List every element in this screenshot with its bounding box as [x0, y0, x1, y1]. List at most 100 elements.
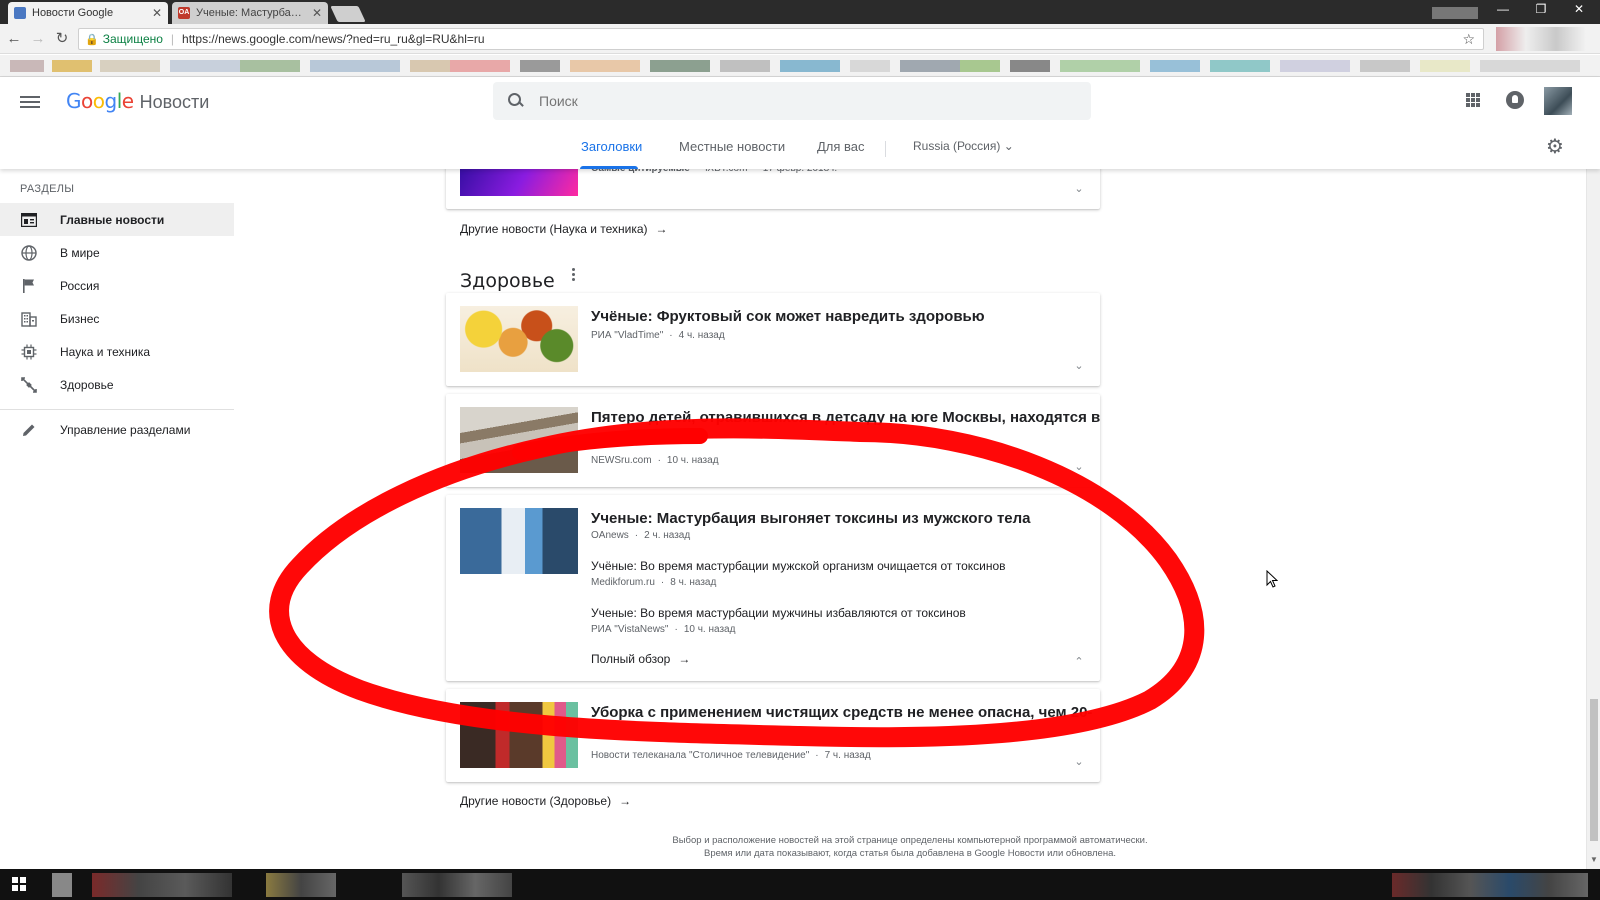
thumbnail[interactable] — [460, 407, 578, 473]
minimize-icon[interactable]: — — [1488, 2, 1518, 16]
reload-icon[interactable]: ↻ — [52, 30, 72, 48]
sidebar-item-business[interactable]: Бизнес — [0, 302, 234, 335]
bookmark-star-icon[interactable]: ☆ — [1462, 31, 1475, 48]
avatar[interactable] — [1544, 87, 1572, 115]
sidebar-item-health[interactable]: Здоровье — [0, 368, 234, 401]
scroll-down-icon[interactable]: ▼ — [1590, 855, 1598, 864]
extensions-area[interactable] — [1496, 27, 1586, 51]
new-tab-button[interactable] — [330, 6, 366, 22]
back-icon[interactable]: ← — [4, 30, 24, 48]
sidebar-item-label: Здоровье — [60, 377, 114, 392]
more-news-label: Другие новости (Здоровье) — [460, 794, 612, 808]
profile-badge[interactable] — [1432, 7, 1478, 19]
article-meta: OAnews · 2 ч. назад — [591, 530, 691, 541]
tab-title: Новости Google — [32, 7, 114, 19]
article-meta: NEWSru.com · 10 ч. назад — [591, 455, 719, 466]
google-news-logo[interactable]: Google Новости — [66, 89, 209, 113]
article-headline[interactable]: Пятеро детей, отравившихся в детсаду на … — [591, 409, 1100, 426]
chevron-down-icon[interactable]: ⌄ — [1072, 460, 1086, 474]
chevron-down-icon[interactable]: ⌄ — [1072, 755, 1086, 769]
system-tray[interactable] — [1392, 873, 1588, 897]
apps-grid-icon[interactable] — [1466, 93, 1480, 107]
thumbnail[interactable] — [460, 702, 578, 768]
sidebar-item-label: Главные новости — [60, 212, 165, 227]
tab-for-you[interactable]: Для вас — [817, 139, 865, 154]
sidebar-item-label: Наука и техника — [60, 344, 151, 359]
sidebar-item-manage-sections[interactable]: Управление разделами — [0, 413, 234, 446]
search-icon[interactable] — [507, 92, 525, 110]
flag-icon — [20, 277, 38, 295]
restore-icon[interactable]: ❐ — [1526, 2, 1556, 16]
more-options-icon[interactable] — [570, 266, 576, 284]
news-card: Учёные: Фруктовый сок может навредить зд… — [446, 293, 1100, 386]
lock-icon: 🔒 — [85, 33, 99, 46]
chevron-up-icon[interactable]: ⌃ — [1072, 655, 1086, 669]
notifications-icon[interactable] — [1506, 91, 1524, 109]
full-coverage-link[interactable]: Полный обзор → — [591, 652, 690, 666]
close-icon[interactable]: ✕ — [152, 6, 162, 20]
sidebar-item-label: В мире — [60, 245, 100, 260]
more-news-science-link[interactable]: Другие новости (Наука и техника) → — [460, 222, 668, 236]
taskbar-app[interactable] — [266, 873, 336, 897]
taskbar-app[interactable] — [402, 873, 512, 897]
meta-source: РИА "VladTime" — [591, 330, 664, 341]
sidebar-item-top-stories[interactable]: Главные новости — [0, 203, 234, 236]
mouse-cursor-icon — [1266, 569, 1279, 588]
article-headline[interactable]: Ученые: Мастурбация выгоняет токсины из … — [591, 510, 1031, 527]
address-bar[interactable]: 🔒 Защищено | https://news.google.com/new… — [78, 28, 1484, 50]
chevron-down-icon[interactable]: ⌄ — [1072, 182, 1086, 196]
thumbnail[interactable] — [460, 306, 578, 372]
sidebar-item-world[interactable]: В мире — [0, 236, 234, 269]
windows-start-icon[interactable] — [12, 877, 26, 891]
page-scrollbar[interactable]: ▲ ▼ — [1586, 77, 1600, 869]
related-article-meta: Medikforum.ru · 8 ч. назад — [591, 577, 717, 588]
more-news-health-link[interactable]: Другие новости (Здоровье) → — [460, 794, 631, 808]
related-article-meta: РИА "VistaNews" · 10 ч. назад — [591, 624, 736, 635]
scrollbar-thumb[interactable] — [1590, 699, 1598, 841]
tab-headlines[interactable]: Заголовки — [581, 139, 642, 154]
meta-time: 4 ч. назад — [678, 330, 725, 341]
browser-tab-article[interactable]: OA Ученые: Мастурбация в ✕ — [172, 2, 328, 24]
meta-time: 10 ч. назад — [683, 624, 736, 635]
window-close-icon[interactable]: ✕ — [1564, 2, 1594, 16]
sidebar-item-russia[interactable]: Россия — [0, 269, 234, 302]
tab-local-news[interactable]: Местные новости — [679, 139, 785, 154]
url-text: https://news.google.com/news/?ned=ru_ru&… — [182, 32, 485, 46]
os-taskbar — [0, 869, 1600, 900]
related-article-title[interactable]: Ученые: Во время мастурбации мужчины изб… — [591, 606, 966, 620]
browser-tab-google-news[interactable]: Новости Google ✕ — [8, 2, 168, 24]
news-card: Пятеро детей, отравившихся в детсаду на … — [446, 394, 1100, 487]
pencil-icon — [20, 421, 38, 439]
taskbar-app[interactable] — [92, 873, 232, 897]
arrow-right-icon: → — [619, 794, 632, 808]
meta-source: NEWSru.com — [591, 455, 652, 466]
region-selector[interactable]: Russia (Россия) ⌄ — [913, 139, 1014, 153]
gear-icon[interactable]: ⚙ — [1546, 137, 1566, 157]
article-headline[interactable]: Учёные: Фруктовый сок может навредить зд… — [591, 308, 985, 325]
search-box[interactable] — [493, 82, 1091, 120]
chevron-down-icon[interactable]: ⌄ — [1072, 359, 1086, 373]
browser-toolbar: ← → ↻ 🔒 Защищено | https://news.google.c… — [0, 24, 1600, 54]
search-input[interactable] — [539, 93, 1039, 109]
meta-time: 2 ч. назад — [644, 530, 691, 541]
menu-icon[interactable] — [20, 93, 40, 109]
article-meta: РИА "VladTime" · 4 ч. назад — [591, 330, 725, 341]
building-icon — [20, 310, 38, 328]
news-card-expanded: Ученые: Мастурбация выгоняет токсины из … — [446, 495, 1100, 681]
chevron-down-icon: ⌄ — [1003, 139, 1014, 153]
sidebar: РАЗДЕЛЫ Главные новости В мире Россия Би… — [0, 169, 234, 869]
newspaper-icon — [20, 211, 38, 229]
bike-icon — [20, 376, 38, 394]
divider — [885, 141, 886, 157]
logo-product: Новости — [139, 92, 210, 112]
calculator-icon[interactable] — [52, 873, 72, 897]
sidebar-item-label: Бизнес — [60, 311, 100, 326]
sidebar-item-science[interactable]: Наука и техника — [0, 335, 234, 368]
close-icon[interactable]: ✕ — [312, 6, 322, 20]
more-news-label: Другие новости (Наука и техника) — [460, 222, 648, 236]
thumbnail[interactable] — [460, 508, 578, 574]
topic-tabs: Заголовки Местные новости Для вас Russia… — [0, 129, 1600, 169]
related-article-title[interactable]: Учёные: Во время мастурбации мужской орг… — [591, 559, 1006, 573]
forward-icon[interactable]: → — [28, 30, 48, 48]
article-headline[interactable]: Уборка с применением чистящих средств не… — [591, 704, 1092, 721]
